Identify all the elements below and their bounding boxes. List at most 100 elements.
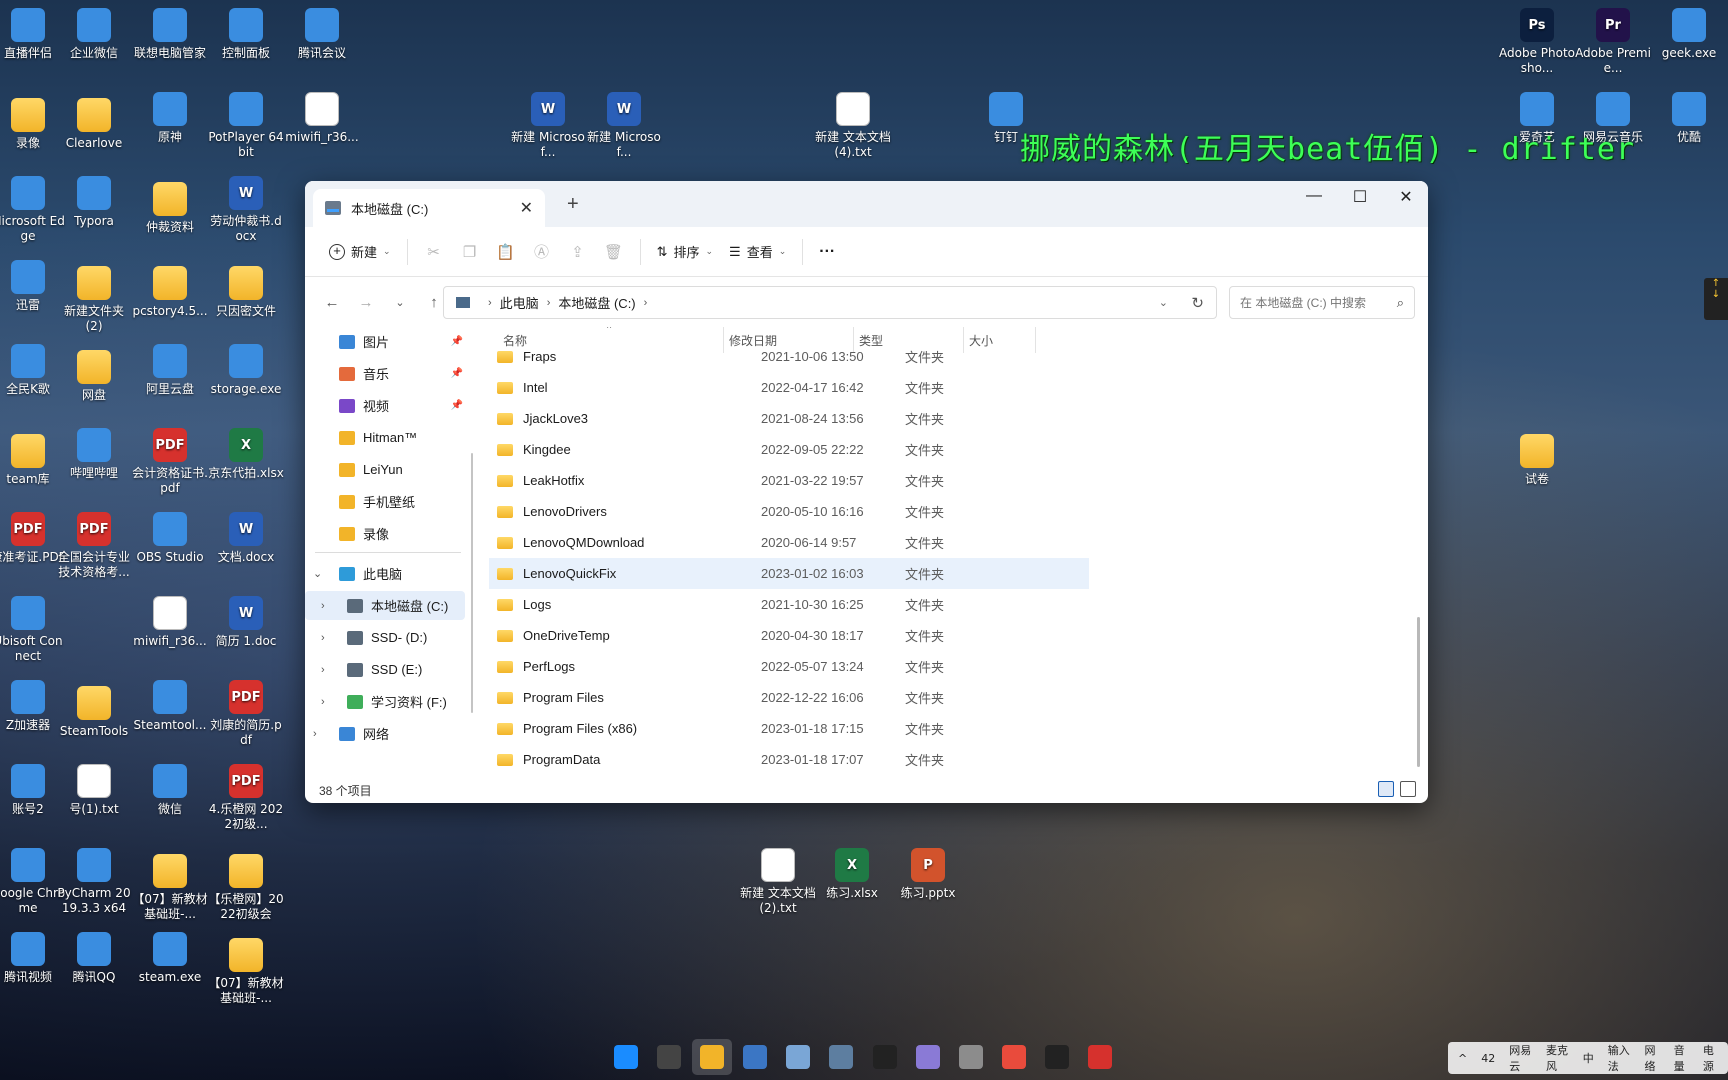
desktop-icon[interactable]: 优酷 — [1651, 92, 1727, 145]
close-window-button[interactable]: ✕ — [1383, 187, 1428, 207]
desktop-icon[interactable]: 控制面板 — [208, 8, 284, 61]
desktop-icon[interactable]: pcstory4.5... — [132, 260, 208, 319]
sort-button[interactable]: ⇅ 排序 ⌄ — [649, 236, 721, 267]
nav-network[interactable]: › 网络 — [305, 719, 465, 748]
desktop-icon[interactable]: PDF 会计资格证书.pdf — [132, 428, 208, 496]
desktop-icon[interactable]: X 京东代拍.xlsx — [208, 428, 284, 481]
table-row[interactable]: OneDriveTemp 2020-04-30 18:17 文件夹 — [489, 620, 1089, 651]
desktop-icon[interactable]: W 文档.docx — [208, 512, 284, 565]
taskbar-button[interactable] — [692, 1039, 732, 1075]
nav-item[interactable]: Hitman™ — [305, 423, 465, 452]
side-widget[interactable]: ↑ ↓ — [1704, 278, 1728, 320]
taskbar-button[interactable] — [951, 1039, 990, 1075]
table-row[interactable]: PerfLogs 2022-05-07 13:24 文件夹 — [489, 651, 1089, 682]
desktop-icon[interactable]: 腾讯QQ — [56, 932, 132, 985]
search-box[interactable]: ⌕ — [1229, 286, 1415, 319]
desktop-icon[interactable]: W 新建 Microsof... — [510, 92, 586, 160]
table-row[interactable]: Fraps 2021-10-06 13:50 文件夹 — [489, 341, 1089, 372]
desktop-icon[interactable]: X 练习.xlsx — [814, 848, 890, 901]
chevron-right-icon[interactable]: › — [321, 600, 325, 612]
desktop-icon[interactable]: 联想电脑管家 — [132, 8, 208, 61]
nav-item[interactable]: 图片 📌 — [305, 327, 465, 356]
breadcrumb-local-disk[interactable]: 本地磁盘 (C:) — [558, 293, 635, 312]
table-row[interactable]: LenovoDrivers 2020-05-10 16:16 文件夹 — [489, 496, 1089, 527]
taskbar-button[interactable] — [1038, 1039, 1077, 1075]
nav-this-pc[interactable]: ⌄ 此电脑 — [305, 559, 465, 588]
nav-item[interactable]: 手机壁纸 — [305, 487, 465, 516]
desktop-icon[interactable]: W 新建 Microsof... — [586, 92, 662, 160]
nav-drive[interactable]: › SSD (E:) — [305, 655, 465, 684]
desktop-icon[interactable]: geek.exe — [1651, 8, 1727, 61]
tray-item[interactable]: 输入法 — [1608, 1042, 1631, 1074]
desktop-icon[interactable]: 原神 — [132, 92, 208, 145]
paste-icon[interactable]: 📋 — [488, 237, 524, 267]
desktop-icon[interactable]: Pr Adobe Premie... — [1575, 8, 1651, 76]
taskbar-button[interactable] — [606, 1039, 645, 1075]
table-row[interactable]: LenovoQMDownload 2020-06-14 9:57 文件夹 — [489, 527, 1089, 558]
file-list-scrollbar[interactable] — [1417, 617, 1420, 767]
desktop-icon[interactable]: 仲裁资料 — [132, 176, 208, 235]
desktop-icon[interactable]: OBS Studio — [132, 512, 208, 565]
desktop-icon[interactable]: PDF 刘康的简历.pdf — [208, 680, 284, 748]
table-row[interactable]: Intel 2022-04-17 16:42 文件夹 — [489, 372, 1089, 403]
desktop-icon[interactable]: Ps Adobe Photosho... — [1499, 8, 1575, 76]
desktop-icon[interactable]: 哔哩哔哩 — [56, 428, 132, 481]
desktop-icon[interactable]: 企业微信 — [56, 8, 132, 61]
tray-item[interactable]: ^ — [1458, 1052, 1467, 1065]
desktop-icon[interactable]: 号(1).txt — [56, 764, 132, 817]
table-row[interactable]: Program Files 2022-12-22 16:06 文件夹 — [489, 682, 1089, 713]
desktop-icon[interactable]: miwifi_r36... — [284, 92, 360, 145]
maximize-button[interactable]: ☐ — [1337, 187, 1383, 207]
taskbar-button[interactable] — [908, 1039, 947, 1075]
search-input[interactable] — [1240, 295, 1388, 310]
taskbar-button[interactable] — [822, 1039, 861, 1075]
desktop-icon[interactable]: W 劳动仲裁书.docx — [208, 176, 284, 244]
nav-drive[interactable]: › SSD- (D:) — [305, 623, 465, 652]
desktop-icon[interactable]: Clearlove — [56, 92, 132, 151]
taskbar-button[interactable] — [995, 1039, 1034, 1075]
large-icons-view-icon[interactable] — [1400, 781, 1416, 797]
taskbar-button[interactable] — [736, 1039, 775, 1075]
table-row[interactable]: Kingdee 2022-09-05 22:22 文件夹 — [489, 434, 1089, 465]
refresh-icon[interactable]: ↻ — [1191, 294, 1204, 312]
nav-item[interactable]: 音乐 📌 — [305, 359, 465, 388]
tray-item[interactable]: 音量 — [1674, 1042, 1689, 1074]
desktop-icon[interactable]: 【07】新教材基础班-... — [132, 848, 208, 922]
table-row[interactable]: JjackLove3 2021-08-24 13:56 文件夹 — [489, 403, 1089, 434]
tray-item[interactable]: 中 — [1583, 1050, 1594, 1066]
desktop-icon[interactable]: 试卷 — [1499, 428, 1575, 487]
chevron-right-icon[interactable]: › — [321, 664, 325, 676]
tray-item[interactable]: 麦克风 — [1546, 1042, 1569, 1074]
close-tab-icon[interactable]: ✕ — [520, 198, 533, 218]
table-row[interactable]: LeakHotfix 2021-03-22 19:57 文件夹 — [489, 465, 1089, 496]
breadcrumb-this-pc[interactable]: 此电脑 — [500, 293, 539, 312]
tray-item[interactable]: 电源 — [1703, 1042, 1718, 1074]
desktop-icon[interactable]: 【乐橙网】2022初级会 — [208, 848, 284, 922]
nav-drive[interactable]: › 学习资料 (F:) — [305, 687, 465, 716]
nav-drive[interactable]: › 本地磁盘 (C:) — [305, 591, 465, 620]
desktop-icon[interactable]: 只因密文件 — [208, 260, 284, 319]
more-options-button[interactable]: ··· — [811, 237, 843, 267]
table-row[interactable]: Program Files (x86) 2023-01-18 17:15 文件夹 — [489, 713, 1089, 744]
desktop-icon[interactable]: 新建 文本文档 (2).txt — [740, 848, 816, 916]
desktop-icon[interactable]: 微信 — [132, 764, 208, 817]
table-row[interactable]: ProgramData 2023-01-18 17:07 文件夹 — [489, 744, 1089, 775]
desktop-icon[interactable]: miwifi_r36... — [132, 596, 208, 649]
address-dropdown-icon[interactable]: ⌄ — [1159, 296, 1168, 309]
desktop-icon[interactable]: 网盘 — [56, 344, 132, 403]
chevron-right-icon[interactable]: › — [321, 696, 325, 708]
table-row[interactable]: LenovoQuickFix 2023-01-02 16:03 文件夹 — [489, 558, 1089, 589]
desktop-icon[interactable]: steam.exe — [132, 932, 208, 985]
details-view-icon[interactable] — [1378, 781, 1394, 797]
tray-item[interactable]: 网易云 — [1509, 1042, 1532, 1074]
recent-locations-icon[interactable]: ⌄ — [383, 296, 417, 309]
nav-item[interactable]: LeiYun — [305, 455, 465, 484]
copy-icon[interactable]: ❐ — [452, 237, 488, 267]
tray-item[interactable]: 网络 — [1644, 1042, 1659, 1074]
desktop-icon[interactable]: PDF 4.乐橙网 2022初级... — [208, 764, 284, 832]
share-icon[interactable]: ⇪ — [560, 237, 596, 267]
desktop-icon[interactable]: Ubisoft Connect — [0, 596, 66, 664]
taskbar-button[interactable] — [865, 1039, 904, 1075]
chevron-right-icon[interactable]: › — [313, 728, 317, 740]
desktop-icon[interactable]: PDF 全国会计专业技术资格考... — [56, 512, 132, 580]
